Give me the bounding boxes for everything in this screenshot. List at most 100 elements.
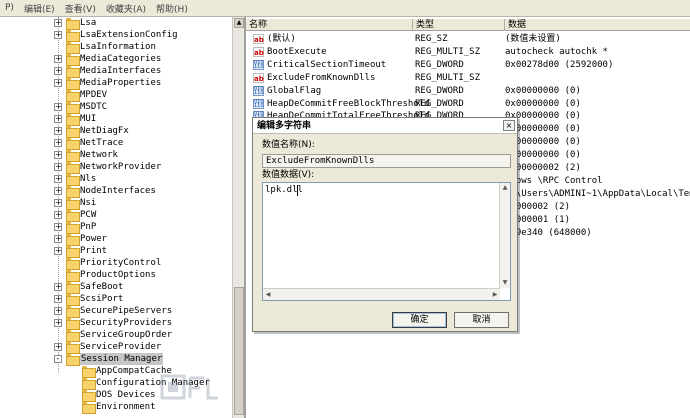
scroll-down-arrow-icon[interactable]: ▼ xyxy=(500,278,510,288)
value-row[interactable]: ab (默认) REG_SZ (数值未设置) xyxy=(246,33,690,46)
expand-icon[interactable]: + xyxy=(54,319,62,327)
expand-icon[interactable]: + xyxy=(54,79,62,87)
textarea-horizontal-scrollbar[interactable]: ◀ ▶ xyxy=(263,288,500,300)
folder-icon xyxy=(66,54,80,66)
expand-icon[interactable]: + xyxy=(54,19,62,27)
expand-icon[interactable]: + xyxy=(54,295,62,303)
tree-item[interactable]: + MediaProperties xyxy=(0,77,232,90)
expand-icon[interactable]: + xyxy=(54,127,62,135)
expand-icon[interactable]: + xyxy=(54,139,62,147)
scroll-up-arrow-icon[interactable]: ▲ xyxy=(234,18,244,28)
tree-item[interactable]: LsaInformation xyxy=(0,41,232,54)
tree-item[interactable]: + MediaInterfaces xyxy=(0,65,232,78)
dialog-title: 编辑多字符串 xyxy=(257,121,312,131)
scroll-right-arrow-icon[interactable]: ▶ xyxy=(490,290,500,300)
expand-icon[interactable]: + xyxy=(54,163,62,171)
folder-icon xyxy=(66,282,80,294)
expand-icon[interactable]: + xyxy=(54,223,62,231)
tree-item[interactable]: + Lsa xyxy=(0,17,232,30)
folder-icon xyxy=(66,294,80,306)
textarea-vertical-scrollbar[interactable]: ▲ ▼ xyxy=(499,183,510,288)
folder-icon xyxy=(66,198,80,210)
menu-item[interactable]: 编辑(E) xyxy=(19,2,60,15)
tree-item[interactable]: + NetworkProvider xyxy=(0,161,232,174)
menu-item[interactable]: 查看(V) xyxy=(60,2,101,15)
tree-item-label: PCW xyxy=(80,210,97,220)
tree-item[interactable]: + SafeBoot xyxy=(0,281,232,294)
tree-item[interactable]: + Print xyxy=(0,245,232,258)
expand-icon[interactable]: + xyxy=(54,199,62,207)
tree-item[interactable]: PriorityControl xyxy=(0,257,232,270)
tree-item[interactable]: + PCW xyxy=(0,209,232,222)
tree-item-label: Nls xyxy=(80,174,97,184)
tree-scrollbar-thumb[interactable] xyxy=(234,287,244,415)
tree-item[interactable]: + MediaCategories xyxy=(0,53,232,66)
tree-item[interactable]: + NodeInterfaces xyxy=(0,185,232,198)
tree-item[interactable]: + ScsiPort xyxy=(0,293,232,306)
menu-item[interactable]: P) xyxy=(0,3,19,13)
string-value-icon: ab xyxy=(253,34,264,44)
tree-item[interactable]: + MSDTC xyxy=(0,101,232,114)
tree-item-label: Print xyxy=(80,246,108,256)
menu-item[interactable]: 收藏夹(A) xyxy=(101,2,151,15)
value-row[interactable]: 010 110 CriticalSectionTimeout REG_DWORD 0x… xyxy=(246,59,690,72)
tree-item[interactable]: + Nls xyxy=(0,173,232,186)
menu-item[interactable]: 帮助(H) xyxy=(151,2,193,15)
column-header-type[interactable]: 类型 xyxy=(413,19,505,31)
tree-item[interactable]: + NetDiagFx xyxy=(0,125,232,138)
expand-icon[interactable]: + xyxy=(54,343,62,351)
expand-icon[interactable]: + xyxy=(54,187,62,195)
expand-icon[interactable]: + xyxy=(54,211,62,219)
value-row[interactable]: 010 110 HeapDeCommitFreeBlockThreshold REG… xyxy=(246,98,690,111)
value-row[interactable]: ab BootExecute REG_MULTI_SZ autocheck autoc… xyxy=(246,46,690,59)
tree-item[interactable]: + Power xyxy=(0,233,232,246)
folder-icon xyxy=(66,126,80,138)
expand-icon[interactable]: + xyxy=(54,31,62,39)
tree-item[interactable]: + LsaExtensionConfig xyxy=(0,29,232,42)
tree-item[interactable]: + SecurePipeServers xyxy=(0,305,232,318)
freebuf-watermark-logo xyxy=(160,372,220,404)
value-data-textarea[interactable]: lpk.dll ▲ ▼ ◀ ▶ xyxy=(262,182,511,301)
scroll-up-arrow-icon[interactable]: ▲ xyxy=(500,183,510,193)
tree-item[interactable]: + NetTrace xyxy=(0,137,232,150)
expand-icon[interactable]: + xyxy=(54,115,62,123)
expand-icon[interactable]: + xyxy=(54,175,62,183)
tree-item[interactable]: + MUI xyxy=(0,113,232,126)
collapse-icon[interactable]: - xyxy=(54,355,62,363)
tree-item[interactable]: + Nsi xyxy=(0,197,232,210)
tree-item[interactable]: + PnP xyxy=(0,221,232,234)
tree-item-label: ServiceProvider xyxy=(80,342,162,352)
tree-item[interactable]: + Network xyxy=(0,149,232,162)
expand-icon[interactable]: + xyxy=(54,307,62,315)
tree-item-label: Environment xyxy=(96,402,156,412)
expand-icon[interactable]: + xyxy=(54,103,62,111)
tree-item[interactable]: + SecurityProviders xyxy=(0,317,232,330)
folder-icon xyxy=(66,330,80,342)
dialog-title-bar[interactable]: 编辑多字符串 × xyxy=(253,118,517,134)
tree-item[interactable]: ServiceGroupOrder xyxy=(0,329,232,342)
tree-item[interactable]: + ServiceProvider xyxy=(0,341,232,354)
cancel-button[interactable]: 取消 xyxy=(454,312,509,328)
value-data: 0x00278d00 (2592000) xyxy=(505,59,614,70)
value-row[interactable]: ab ExcludeFromKnownDlls REG_MULTI_SZ xyxy=(246,72,690,85)
tree-item[interactable]: - Session Manager xyxy=(0,353,232,366)
column-header-name[interactable]: 名称 xyxy=(246,19,413,31)
expand-icon[interactable]: + xyxy=(54,283,62,291)
value-type: REG_DWORD xyxy=(415,85,464,96)
value-type: REG_DWORD xyxy=(415,98,464,109)
tree-item[interactable]: ProductOptions xyxy=(0,269,232,282)
tree-item-label: Nsi xyxy=(80,198,97,208)
ok-button[interactable]: 确定 xyxy=(392,312,447,328)
close-icon[interactable]: × xyxy=(503,120,515,131)
expand-icon[interactable]: + xyxy=(54,235,62,243)
expand-icon[interactable]: + xyxy=(54,247,62,255)
tree-scrollbar[interactable]: ▲ xyxy=(232,17,244,418)
tree-item[interactable]: MPDEV xyxy=(0,89,232,102)
value-row[interactable]: 010 110 GlobalFlag REG_DWORD 0x00000000 (0) xyxy=(246,85,690,98)
expand-icon[interactable]: + xyxy=(54,55,62,63)
expand-icon[interactable]: + xyxy=(54,67,62,75)
scroll-left-arrow-icon[interactable]: ◀ xyxy=(263,290,273,300)
expand-icon[interactable]: + xyxy=(54,151,62,159)
value-name-field[interactable]: ExcludeFromKnownDlls xyxy=(262,154,511,168)
column-header-data[interactable]: 数据 xyxy=(505,19,690,31)
